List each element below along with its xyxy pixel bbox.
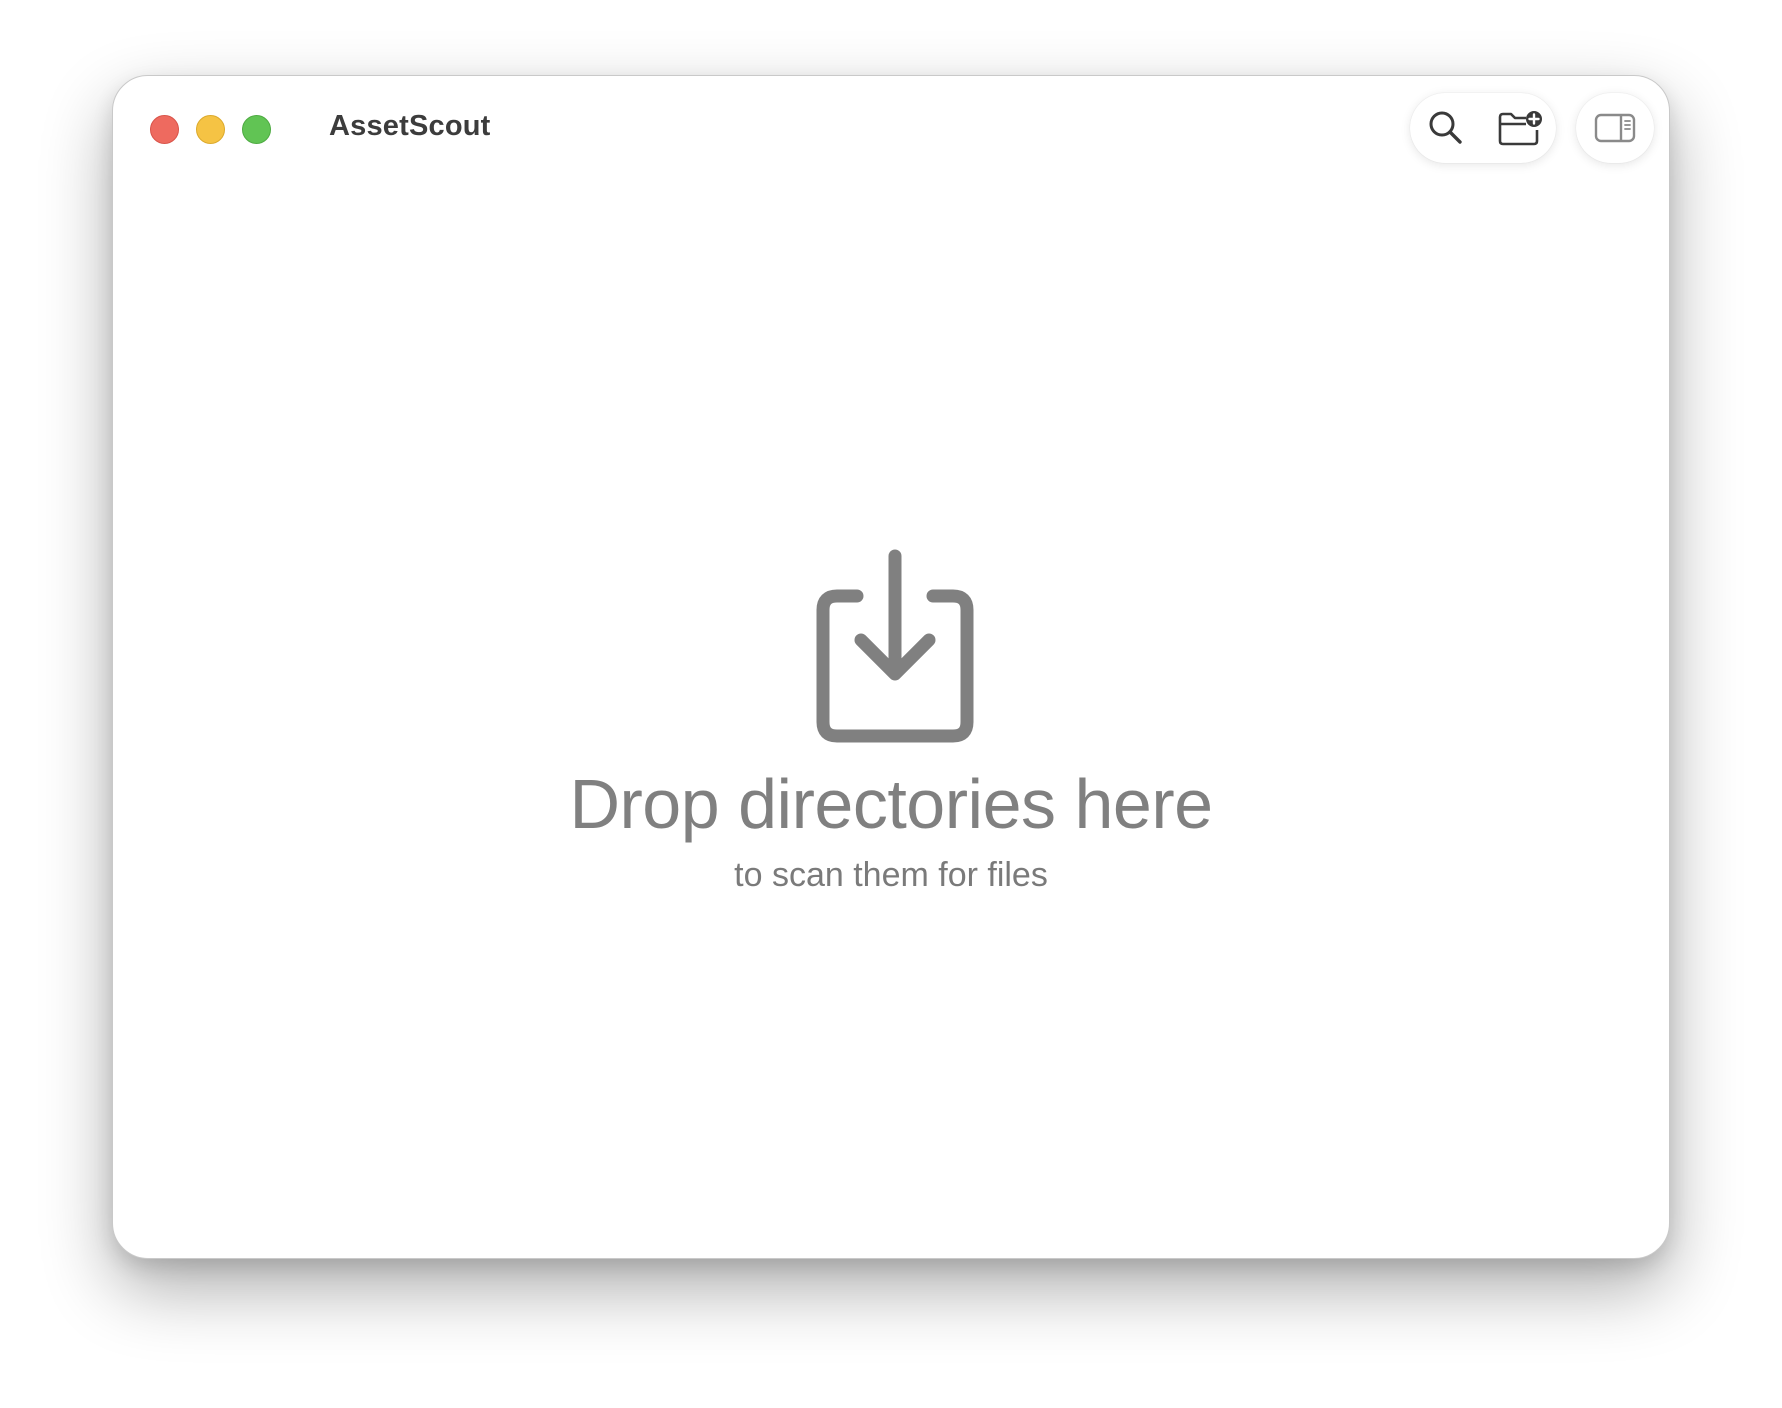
drop-subtitle: to scan them for files (734, 856, 1048, 894)
drop-zone[interactable]: Drop directories here to scan them for f… (113, 176, 1669, 1258)
toolbar-group-inspector (1576, 93, 1654, 163)
window-title: AssetScout (329, 110, 491, 142)
folder-badge-plus-icon (1498, 111, 1542, 146)
minimize-button[interactable] (196, 115, 225, 144)
sidebar-right-icon (1594, 113, 1636, 143)
zoom-button[interactable] (242, 115, 271, 144)
close-button[interactable] (150, 115, 179, 144)
titlebar[interactable]: AssetScout (113, 76, 1669, 176)
toggle-inspector-button[interactable] (1587, 100, 1643, 156)
app-window: AssetScout Drop directories here to scan… (112, 75, 1670, 1259)
toolbar-group-actions (1410, 93, 1556, 163)
search-button[interactable] (1418, 100, 1474, 156)
add-folder-button[interactable] (1492, 100, 1548, 156)
main-content: Drop directories here to scan them for f… (113, 176, 1669, 1258)
magnifying-glass-icon (1429, 111, 1462, 144)
square-arrow-down-icon (816, 549, 974, 743)
drop-title: Drop directories here (569, 765, 1213, 843)
